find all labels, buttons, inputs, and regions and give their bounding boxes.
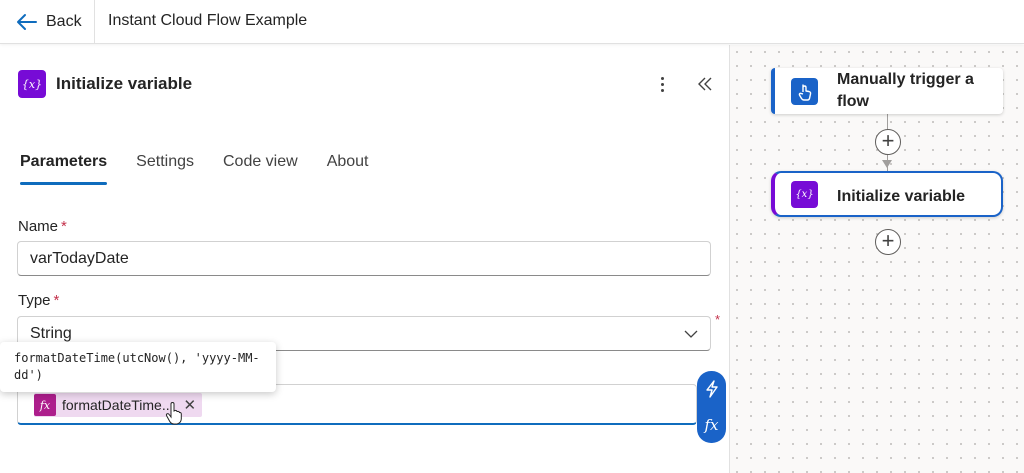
tab-about[interactable]: About (327, 152, 398, 186)
expression-tooltip: formatDateTime(utcNow(), 'yyyy-MM-dd') (0, 342, 276, 392)
double-chevron-left-icon (698, 77, 712, 91)
dynamic-content-buttons: fx (697, 371, 726, 443)
back-button[interactable]: Back (16, 9, 82, 35)
remove-token-button[interactable]: ✕ (184, 396, 197, 414)
add-step-button[interactable]: + (875, 129, 901, 155)
action-card[interactable]: {x} Initialize variable (771, 171, 1003, 217)
top-bar: Back Instant Cloud Flow Example (0, 0, 1024, 44)
hand-pointer-icon (165, 402, 182, 425)
name-label: Name * (18, 218, 67, 235)
tab-settings[interactable]: Settings (136, 152, 223, 186)
collapse-panel-button[interactable] (694, 72, 716, 96)
back-label: Back (46, 13, 82, 30)
hand-touch-icon (791, 78, 818, 105)
required-marker: * (53, 292, 60, 309)
fx-icon[interactable]: fx (701, 412, 723, 438)
plus-icon: + (881, 128, 895, 153)
panel-title: Initialize variable (56, 74, 193, 93)
tab-code-view[interactable]: Code view (223, 152, 327, 186)
variable-icon: {x} (791, 181, 818, 208)
action-card-title: Initialize variable (837, 188, 966, 205)
name-field[interactable]: varTodayDate (17, 241, 711, 276)
connector-arrow (882, 160, 892, 168)
more-options-button[interactable] (652, 72, 672, 96)
add-step-button[interactable]: + (875, 229, 901, 255)
plus-icon: + (881, 228, 895, 253)
flow-title: Instant Cloud Flow Example (108, 12, 308, 29)
token-label: formatDateTime... (62, 397, 174, 413)
trigger-card[interactable]: Manually trigger a flow (771, 68, 1003, 114)
tab-parameters[interactable]: Parameters (20, 152, 136, 186)
panel-tabs: Parameters Settings Code view About (20, 152, 398, 186)
fx-icon: fx (34, 394, 56, 416)
name-value: varTodayDate (30, 249, 129, 267)
required-marker: * (715, 312, 721, 327)
trigger-card-title: Manually trigger a flow (837, 71, 974, 110)
variable-icon: {x} (18, 70, 46, 98)
chevron-down-icon (684, 330, 698, 338)
type-value: String (30, 324, 72, 342)
required-marker: * (61, 218, 67, 235)
arrow-left-icon (17, 14, 37, 30)
type-label: Type * (18, 292, 60, 309)
lightning-icon[interactable] (701, 376, 723, 402)
header-divider (94, 0, 95, 44)
